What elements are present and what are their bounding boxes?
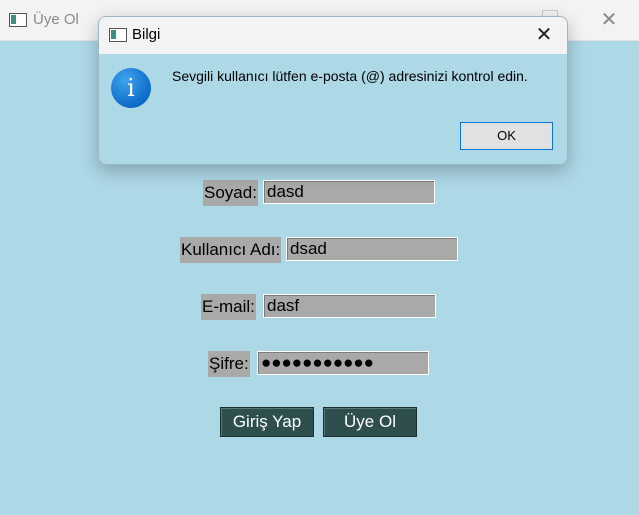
dialog-title: Bilgi bbox=[132, 26, 161, 43]
dialog-close-icon[interactable]: ✕ bbox=[532, 23, 556, 47]
ok-button[interactable]: OK bbox=[460, 122, 553, 150]
dialog-message: Sevgili kullanıcı lütfen e-posta (@) adr… bbox=[172, 68, 528, 84]
dialog-titlebar[interactable]: Bilgi ✕ bbox=[99, 17, 567, 54]
surname-input[interactable] bbox=[263, 180, 435, 204]
username-input[interactable] bbox=[286, 237, 458, 261]
register-button[interactable]: Üye Ol bbox=[323, 407, 417, 437]
main-window-title: Üye Ol bbox=[33, 11, 79, 28]
app-window-icon bbox=[9, 13, 27, 27]
surname-label: Soyad: bbox=[203, 180, 258, 206]
password-label: Şifre: bbox=[208, 351, 250, 377]
dialog-window-icon bbox=[109, 28, 127, 42]
username-label: Kullanıcı Adı: bbox=[180, 237, 282, 263]
password-input[interactable]: ●●●●●●●●●●● bbox=[257, 351, 429, 375]
email-input[interactable] bbox=[263, 294, 436, 318]
login-button[interactable]: Giriş Yap bbox=[220, 407, 314, 437]
info-icon: i bbox=[111, 68, 151, 108]
email-label: E-mail: bbox=[201, 294, 256, 320]
info-dialog: Bilgi ✕ i Sevgili kullanıcı lütfen e-pos… bbox=[98, 16, 568, 165]
close-window-icon[interactable]: ✕ bbox=[597, 8, 621, 32]
